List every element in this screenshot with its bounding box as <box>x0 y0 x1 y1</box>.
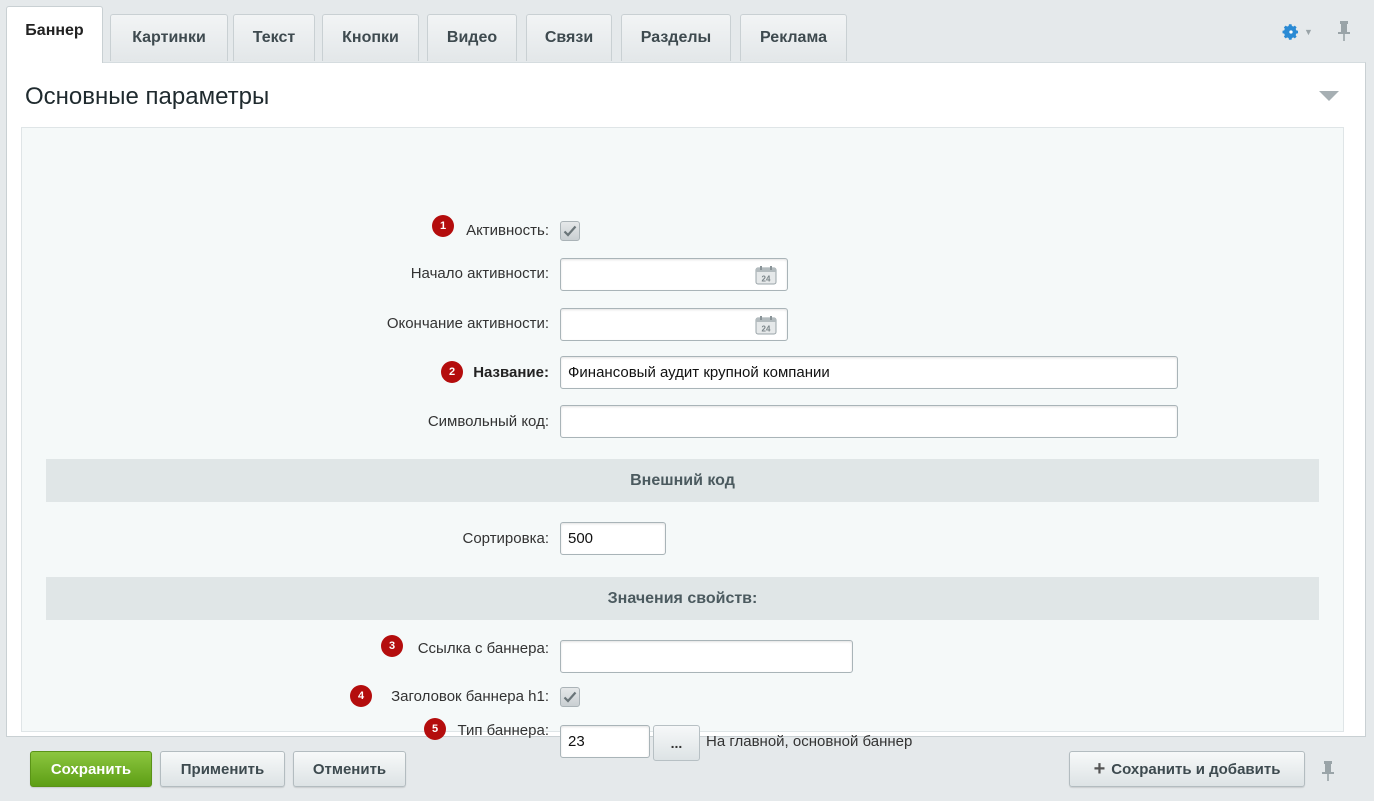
apply-button[interactable]: Применить <box>160 751 285 787</box>
main-panel: Основные параметры 1 Активность: Начало … <box>6 62 1366 761</box>
name-input[interactable]: Финансовый аудит крупной компании <box>560 356 1178 389</box>
end-date-label: Окончание активности: <box>386 315 549 332</box>
tab-links[interactable]: Связи <box>526 14 612 61</box>
end-date-input[interactable] <box>560 308 788 341</box>
pin-icon[interactable] <box>1320 760 1336 782</box>
svg-text:24: 24 <box>762 275 771 284</box>
browse-button[interactable]: ... <box>653 725 700 761</box>
save-and-add-label: Сохранить и добавить <box>1111 760 1281 778</box>
tab-bar: Баннер Картинки Текст Кнопки Видео Связи… <box>6 6 1366 63</box>
h1-label: Заголовок баннера h1: <box>391 688 549 705</box>
tab-label: Картинки <box>132 29 206 46</box>
code-label: Символьный код: <box>427 413 549 430</box>
active-label: Активность: <box>466 222 549 239</box>
cancel-button[interactable]: Отменить <box>293 751 406 787</box>
svg-text:24: 24 <box>762 325 771 334</box>
marker-badge: 3 <box>381 635 403 657</box>
tab-banner[interactable]: Баннер <box>6 6 103 63</box>
gear-icon <box>1282 24 1299 40</box>
calendar-icon[interactable]: 24 <box>755 315 777 335</box>
marker-badge: 1 <box>432 215 454 237</box>
h1-checkbox[interactable] <box>560 687 580 707</box>
save-button[interactable]: Сохранить <box>30 751 152 787</box>
collapse-arrow-icon[interactable] <box>1319 91 1339 101</box>
plus-icon: + <box>1093 758 1106 780</box>
tab-pictures[interactable]: Картинки <box>110 14 228 61</box>
tab-label: Связи <box>544 29 594 46</box>
code-input[interactable] <box>560 405 1178 438</box>
external-code-heading: Внешний код <box>46 459 1319 502</box>
tab-ads[interactable]: Реклама <box>740 14 847 61</box>
properties-heading: Значения свойств: <box>46 577 1319 620</box>
tab-video[interactable]: Видео <box>427 14 517 61</box>
tab-sections[interactable]: Разделы <box>621 14 731 61</box>
tab-buttons[interactable]: Кнопки <box>322 14 419 61</box>
sort-label: Сортировка: <box>462 530 550 547</box>
section-title: Основные параметры <box>25 83 270 110</box>
marker-badge: 5 <box>424 718 446 740</box>
marker-badge: 2 <box>441 361 463 383</box>
active-checkbox[interactable] <box>560 221 580 241</box>
tab-label: Видео <box>446 29 498 46</box>
tab-label: Баннер <box>25 22 84 39</box>
calendar-icon[interactable]: 24 <box>755 265 777 285</box>
settings-button[interactable]: ▼ <box>1282 22 1314 42</box>
checkmark-icon <box>563 225 577 237</box>
marker-badge: 4 <box>350 685 372 707</box>
type-description: На главной, основной баннер <box>706 733 913 750</box>
save-and-add-button[interactable]: + Сохранить и добавить <box>1069 751 1305 787</box>
type-input[interactable]: 23 <box>560 725 650 758</box>
tab-label: Разделы <box>640 29 712 46</box>
chevron-down-icon: ▼ <box>1304 27 1313 37</box>
tab-label: Текст <box>252 29 296 46</box>
link-input[interactable] <box>560 640 853 673</box>
checkmark-icon <box>563 691 577 703</box>
type-label: Тип баннера: <box>457 722 549 739</box>
name-label: Название: <box>473 364 549 381</box>
form-area: 1 Активность: Начало активности: 24 Окон… <box>21 127 1344 761</box>
link-label: Ссылка с баннера: <box>417 640 549 657</box>
start-date-input[interactable] <box>560 258 788 291</box>
tab-text[interactable]: Текст <box>233 14 315 61</box>
tab-label: Реклама <box>760 29 827 46</box>
start-date-label: Начало активности: <box>410 265 549 282</box>
tab-label: Кнопки <box>342 29 399 46</box>
sort-input[interactable]: 500 <box>560 522 666 555</box>
pin-icon[interactable] <box>1336 20 1352 42</box>
